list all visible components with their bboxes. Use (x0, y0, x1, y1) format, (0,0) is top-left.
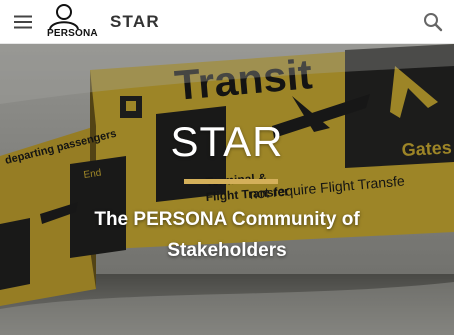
app-root: PERSONA STAR Transit Gates departing pas… (0, 0, 454, 335)
hero-banner: Transit Gates departing passengers End T… (0, 44, 454, 335)
hero-overlay (0, 44, 454, 335)
hamburger-menu-icon (14, 15, 32, 29)
search-icon (424, 13, 443, 32)
search-button[interactable] (422, 11, 444, 33)
hero-title: STAR (170, 118, 284, 165)
menu-button[interactable] (10, 10, 36, 34)
top-app-bar: PERSONA STAR (0, 0, 454, 44)
hero-divider (184, 179, 278, 184)
hero-subtitle: The PERSONA Community of Stakeholders (94, 209, 360, 261)
logo-text: PERSONA (47, 28, 98, 39)
site-title[interactable]: STAR (110, 12, 160, 32)
